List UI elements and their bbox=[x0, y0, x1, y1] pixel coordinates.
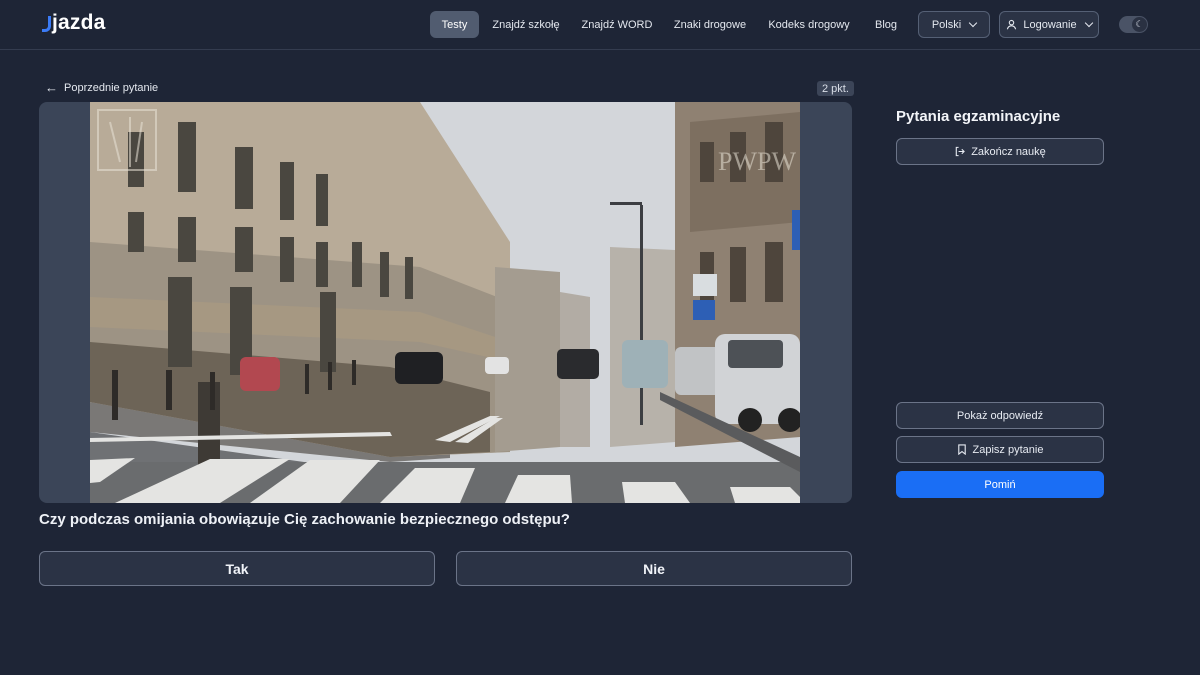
moon-icon: ☾ bbox=[1132, 17, 1147, 32]
nav-find-word-label: Znajdź WORD bbox=[581, 18, 653, 31]
question-media: PWPW bbox=[39, 102, 852, 503]
logout-icon bbox=[955, 146, 966, 157]
watermark-text: PWPW bbox=[718, 147, 796, 176]
points-badge: 2 pkt. bbox=[817, 81, 854, 96]
skip-label: Pomiń bbox=[984, 478, 1016, 491]
save-question-label: Zapisz pytanie bbox=[972, 443, 1044, 456]
street-scene-image: PWPW bbox=[90, 102, 800, 503]
site-logo[interactable]: jazda bbox=[42, 11, 106, 35]
language-label: Polski bbox=[931, 18, 962, 31]
nav-blog-label: Blog bbox=[874, 18, 898, 31]
user-icon bbox=[1007, 19, 1017, 30]
login-button[interactable]: Logowanie bbox=[999, 11, 1099, 38]
arrow-left-icon: ← bbox=[45, 80, 58, 95]
answer-no-button[interactable]: Nie bbox=[456, 551, 852, 586]
nav-find-school-label: Znajdź szkołę bbox=[492, 18, 560, 31]
nav-traffic-code-label: Kodeks drogowy bbox=[768, 18, 850, 31]
nav-tests-label: Testy bbox=[441, 18, 468, 31]
top-navigation-bar: jazda Testy Znajdź szkołę Znajdź WORD Zn… bbox=[0, 0, 1200, 50]
sidebar-title: Pytania egzaminacyjne bbox=[896, 108, 1061, 125]
nav-road-signs[interactable]: Znaki drogowe bbox=[668, 11, 752, 38]
chevron-down-icon bbox=[1084, 18, 1093, 28]
end-learning-label: Zakończ naukę bbox=[971, 145, 1046, 158]
chevron-down-icon bbox=[968, 18, 978, 28]
nav-find-word[interactable]: Znajdź WORD bbox=[577, 11, 657, 38]
answer-yes-button[interactable]: Tak bbox=[39, 551, 435, 586]
nav-find-school[interactable]: Znajdź szkołę bbox=[488, 11, 564, 38]
nav-traffic-code[interactable]: Kodeks drogowy bbox=[763, 11, 855, 38]
points-label: 2 pkt. bbox=[822, 82, 849, 95]
question-text: Czy podczas omijania obowiązuje Cię zach… bbox=[39, 511, 570, 528]
nav-tests[interactable]: Testy bbox=[430, 11, 479, 38]
answer-no-label: Nie bbox=[643, 560, 665, 577]
logo-mark-icon bbox=[42, 16, 51, 32]
previous-question-label: Poprzednie pytanie bbox=[64, 81, 159, 94]
bookmark-icon bbox=[957, 444, 966, 455]
nav-road-signs-label: Znaki drogowe bbox=[673, 18, 747, 31]
login-label: Logowanie bbox=[1023, 18, 1077, 31]
skip-button[interactable]: Pomiń bbox=[896, 471, 1104, 498]
end-learning-button[interactable]: Zakończ naukę bbox=[896, 138, 1104, 165]
nav-blog[interactable]: Blog bbox=[867, 11, 905, 38]
language-select[interactable]: Polski bbox=[918, 11, 990, 38]
show-answer-label: Pokaż odpowiedź bbox=[956, 409, 1044, 422]
save-question-button[interactable]: Zapisz pytanie bbox=[896, 436, 1104, 463]
logo-text: jazda bbox=[52, 11, 106, 34]
theme-toggle[interactable]: ☾ bbox=[1119, 16, 1148, 33]
answer-yes-label: Tak bbox=[225, 560, 249, 577]
previous-question-link[interactable]: ← Poprzednie pytanie bbox=[45, 80, 158, 95]
show-answer-button[interactable]: Pokaż odpowiedź bbox=[896, 402, 1104, 429]
